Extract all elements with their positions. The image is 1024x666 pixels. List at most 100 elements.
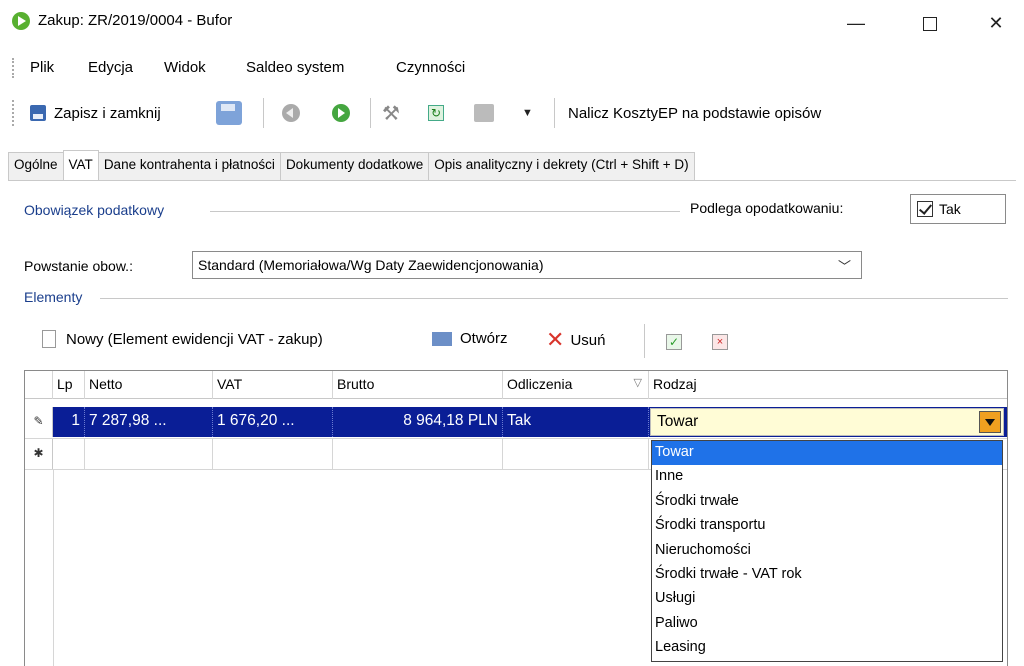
column-header-netto[interactable]: Netto bbox=[85, 371, 213, 399]
calculate-costs-button[interactable]: Nalicz KosztyEP na podstawie opisów bbox=[568, 100, 821, 126]
tools-button[interactable]: ⚒ bbox=[382, 100, 400, 126]
cell-netto[interactable]: 7 287,98 ... bbox=[85, 407, 213, 437]
forward-icon bbox=[332, 104, 350, 122]
tab-vat[interactable]: VAT bbox=[62, 150, 99, 180]
section-rule bbox=[100, 298, 1008, 299]
new-element-label: Nowy (Element ewidencji VAT - zakup) bbox=[66, 330, 323, 348]
rodzaj-option-uslugi[interactable]: Usługi bbox=[652, 587, 1002, 611]
column-header-odliczenia-label: Odliczenia bbox=[507, 376, 573, 392]
elements-toolbar: Nowy (Element ewidencji VAT - zakup) Otw… bbox=[24, 318, 1006, 366]
delete-icon: ✕ bbox=[546, 327, 565, 352]
rodzaj-option-srodki-trwale-vat-rok[interactable]: Środki trwałe - VAT rok bbox=[652, 563, 1002, 587]
new-document-icon bbox=[42, 330, 56, 348]
back-icon bbox=[282, 104, 300, 122]
origin-label: Powstanie obow.: bbox=[24, 258, 133, 274]
menu-saldeo-system[interactable]: Saldeo system bbox=[246, 59, 344, 76]
tab-dane-kontrahenta[interactable]: Dane kontrahenta i płatności bbox=[97, 152, 281, 180]
refresh-icon: ↻ bbox=[428, 105, 444, 121]
tab-dokumenty-dodatkowe[interactable]: Dokumenty dodatkowe bbox=[279, 152, 430, 180]
print-button[interactable] bbox=[474, 100, 494, 126]
close-icon: ✕ bbox=[988, 13, 1004, 33]
origin-value: Standard (Memoriałowa/Wg Daty Zaewidencj… bbox=[198, 257, 544, 273]
rodzaj-dropdown-button[interactable] bbox=[979, 411, 1001, 433]
column-header-vat[interactable]: VAT bbox=[213, 371, 333, 399]
row-edit-icon: ✎ bbox=[25, 407, 53, 437]
cell-vat[interactable]: 1 676,20 ... bbox=[213, 407, 333, 437]
delete-button[interactable]: ✕ Usuń bbox=[546, 327, 606, 352]
delete-label: Usuń bbox=[570, 331, 606, 349]
grid-header: Lp Netto VAT Brutto Odliczenia ▽ Rodzaj bbox=[25, 371, 1007, 399]
maximize-button[interactable] bbox=[910, 8, 950, 38]
save-close-button[interactable]: Zapisz i zamknij bbox=[30, 100, 161, 126]
approve-button[interactable]: ✓ bbox=[666, 334, 682, 350]
new-element-button[interactable]: Nowy (Element ewidencji VAT - zakup) bbox=[42, 330, 323, 348]
toolbar-separator bbox=[554, 98, 555, 128]
refresh-button[interactable]: ↻ bbox=[428, 100, 444, 126]
cell-brutto-empty[interactable] bbox=[333, 439, 503, 469]
close-button[interactable]: ✕ bbox=[976, 8, 1016, 38]
rodzaj-dropdown-list: Towar Inne Środki trwałe Środki transpor… bbox=[651, 440, 1003, 662]
cell-brutto[interactable]: 8 964,18 PLN bbox=[333, 407, 503, 437]
save-button[interactable] bbox=[216, 100, 242, 126]
next-button[interactable] bbox=[332, 100, 350, 126]
minimize-button[interactable]: — bbox=[836, 8, 876, 38]
menu-widok[interactable]: Widok bbox=[164, 59, 206, 76]
taxable-label: Podlega opodatkowaniu: bbox=[690, 200, 844, 216]
column-header-rodzaj[interactable]: Rodzaj bbox=[649, 371, 1007, 399]
rodzaj-option-towar[interactable]: Towar bbox=[652, 441, 1002, 466]
menu-plik[interactable]: Plik bbox=[30, 59, 54, 76]
main-toolbar: Zapisz i zamknij ⚒ ↻ ▼ Nalicz KosztyEP n… bbox=[0, 92, 1024, 134]
header-row-selector bbox=[25, 371, 53, 399]
printer-icon bbox=[474, 104, 494, 122]
window-title: Zakup: ZR/2019/0004 - Bufor bbox=[38, 12, 233, 29]
menu-edycja[interactable]: Edycja bbox=[88, 59, 133, 76]
rodzaj-combo[interactable]: Towar bbox=[650, 408, 1004, 436]
reject-button[interactable]: × bbox=[712, 334, 728, 350]
rodzaj-value: Towar bbox=[657, 413, 699, 430]
menu-bar: Plik Edycja Widok Saldeo system Czynnośc… bbox=[0, 54, 1024, 82]
reject-icon: × bbox=[712, 334, 728, 350]
taxable-checkbox[interactable]: Tak bbox=[910, 194, 1006, 224]
cell-odliczenia-empty[interactable] bbox=[503, 439, 649, 469]
rodzaj-option-srodki-trwale[interactable]: Środki trwałe bbox=[652, 490, 1002, 514]
cell-odliczenia[interactable]: Tak bbox=[503, 407, 649, 437]
maximize-icon bbox=[923, 17, 937, 32]
tools-icon: ⚒ bbox=[382, 102, 400, 125]
rodzaj-option-inne[interactable]: Inne bbox=[652, 465, 1002, 489]
menu-czynnosci[interactable]: Czynności bbox=[396, 59, 465, 76]
approve-icon: ✓ bbox=[666, 334, 682, 350]
open-button[interactable]: Otwórz bbox=[432, 330, 508, 347]
rodzaj-option-nieruchomosci[interactable]: Nieruchomości bbox=[652, 539, 1002, 563]
filter-icon[interactable]: ▽ bbox=[634, 376, 642, 389]
menu-grip bbox=[12, 58, 14, 78]
new-row-icon: ✱ bbox=[25, 439, 53, 469]
origin-select[interactable]: Standard (Memoriałowa/Wg Daty Zaewidencj… bbox=[192, 251, 862, 279]
print-dropdown-button[interactable]: ▼ bbox=[522, 100, 533, 126]
section-rule bbox=[210, 211, 680, 212]
save-close-label: Zapisz i zamknij bbox=[54, 104, 161, 122]
disk-icon bbox=[216, 101, 242, 125]
cell-lp[interactable]: 1 bbox=[53, 407, 85, 437]
cell-vat-empty[interactable] bbox=[213, 439, 333, 469]
rodzaj-option-leasing[interactable]: Leasing bbox=[652, 636, 1002, 660]
column-header-odliczenia[interactable]: Odliczenia ▽ bbox=[503, 371, 649, 399]
previous-button[interactable] bbox=[282, 100, 300, 126]
tab-opis-analityczny[interactable]: Opis analityczny i dekrety (Ctrl + Shift… bbox=[428, 152, 695, 180]
column-header-lp[interactable]: Lp bbox=[53, 371, 85, 399]
tab-ogolne[interactable]: Ogólne bbox=[8, 152, 64, 180]
column-divider bbox=[53, 469, 54, 666]
tab-strip: Ogólne VAT Dane kontrahenta i płatności … bbox=[8, 150, 695, 180]
elements-section-title: Elementy bbox=[24, 289, 87, 305]
rodzaj-option-paliwo[interactable]: Paliwo bbox=[652, 612, 1002, 636]
checkmark-icon bbox=[917, 201, 933, 217]
chevron-down-icon: ﹀ bbox=[837, 259, 851, 274]
cell-lp-empty[interactable] bbox=[53, 439, 85, 469]
open-icon bbox=[432, 331, 452, 346]
column-header-brutto[interactable]: Brutto bbox=[333, 371, 503, 399]
open-label: Otwórz bbox=[460, 330, 508, 347]
toolbar-separator bbox=[644, 324, 645, 358]
taxable-value: Tak bbox=[939, 201, 961, 217]
cell-netto-empty[interactable] bbox=[85, 439, 213, 469]
tab-panel-border bbox=[8, 180, 1016, 181]
rodzaj-option-srodki-transportu[interactable]: Środki transportu bbox=[652, 514, 1002, 538]
